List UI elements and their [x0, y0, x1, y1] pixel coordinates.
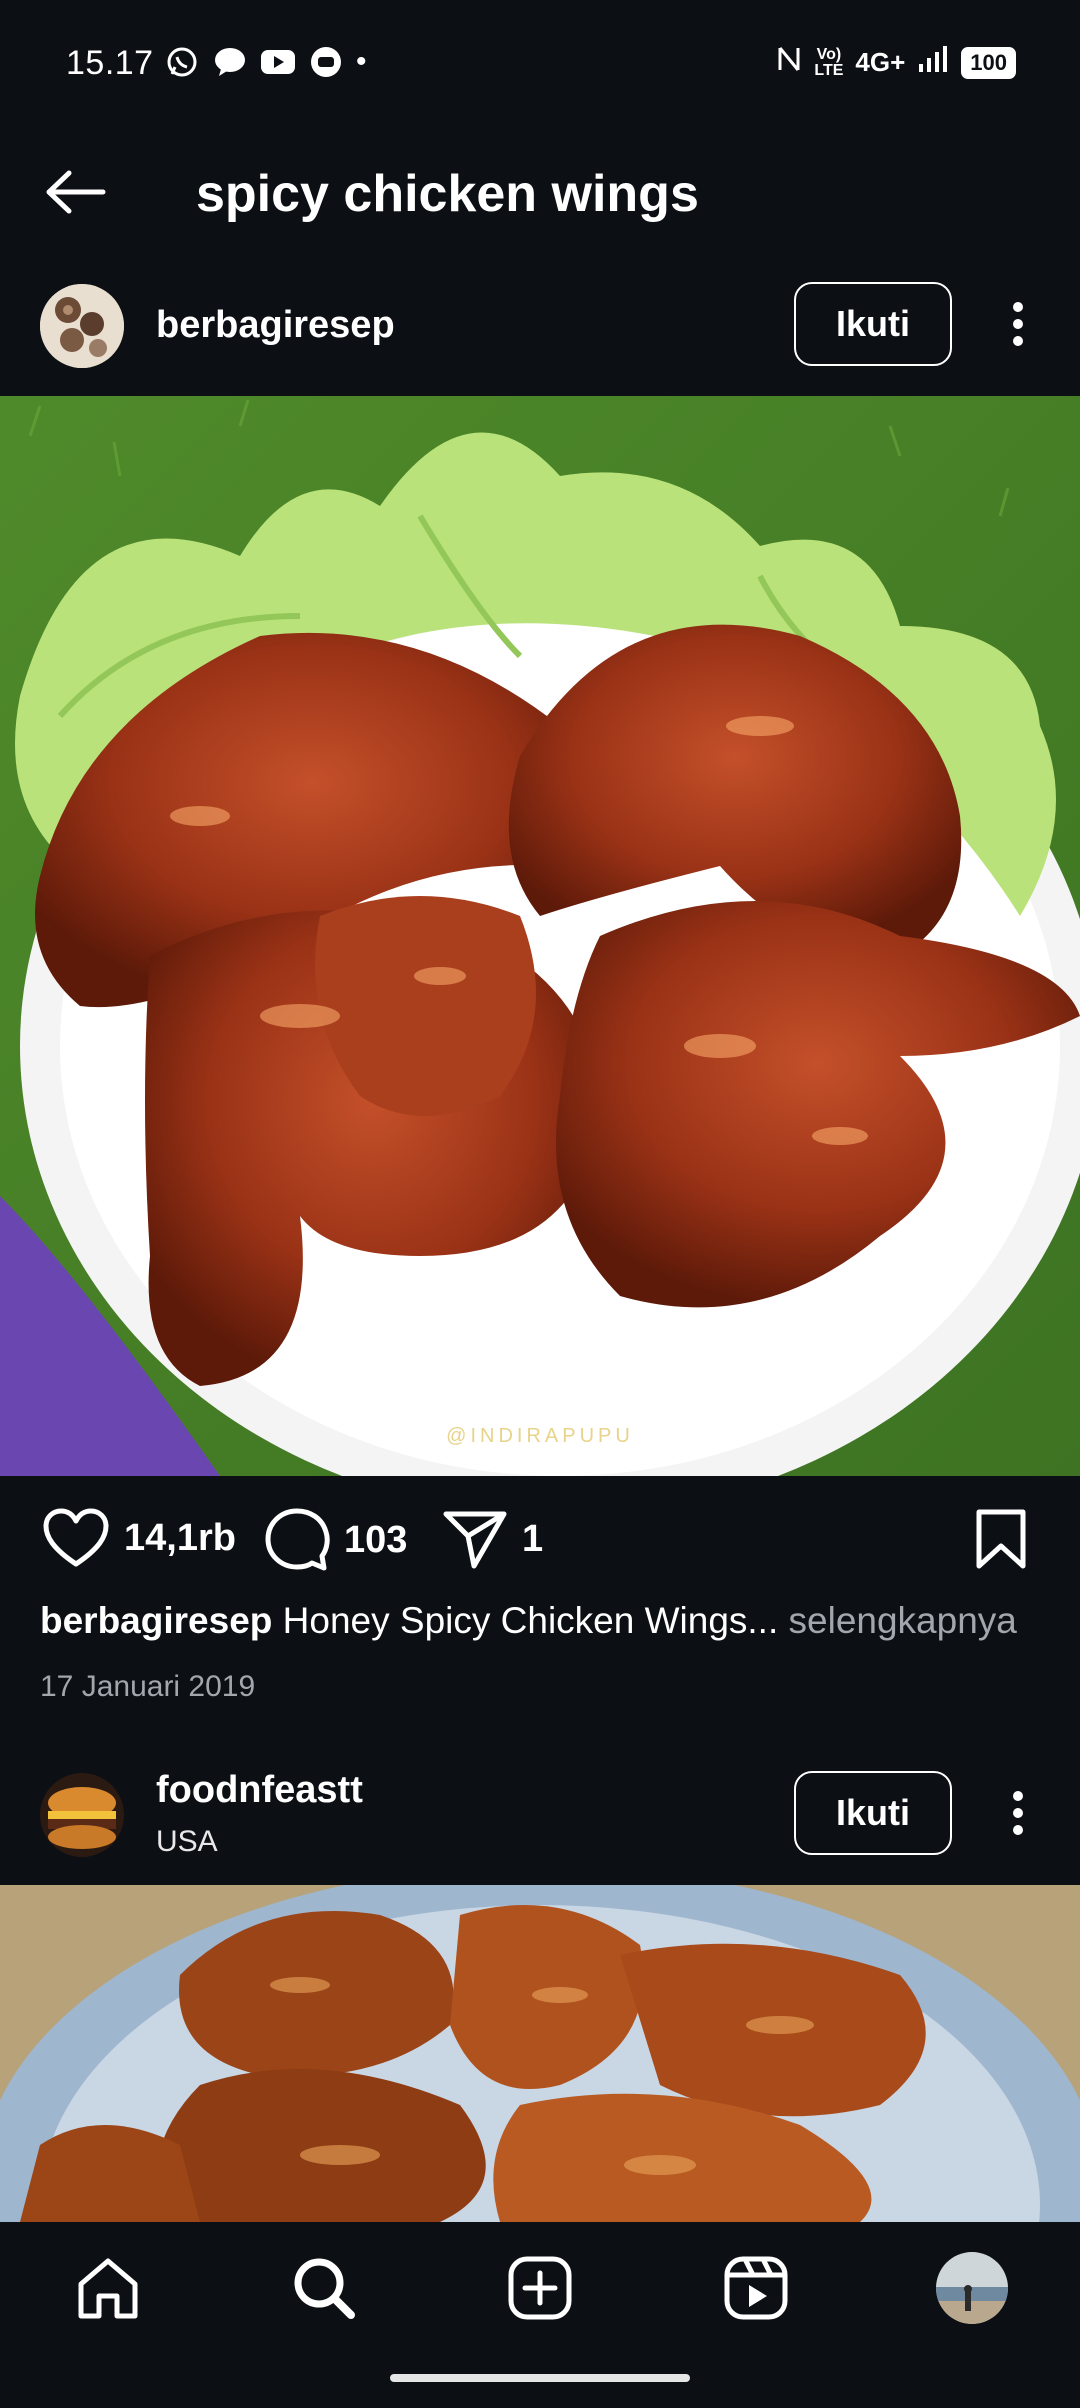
follow-button[interactable]: Ikuti — [794, 282, 952, 366]
post-header: foodnfeastt USA Ikuti — [0, 1745, 1080, 1885]
more-notifications-dot: • — [356, 45, 367, 78]
profile-avatar — [936, 2252, 1008, 2324]
avatar[interactable] — [40, 1773, 124, 1857]
reels-icon — [724, 2256, 788, 2320]
like-count: 14,1rb — [124, 1516, 236, 1559]
youtube-icon — [260, 44, 296, 80]
post-image[interactable] — [0, 1885, 1080, 2222]
notification-icons: • — [164, 44, 367, 80]
send-icon — [443, 1511, 507, 1569]
volte-icon: Vo) LTE — [814, 45, 844, 79]
post-date: 17 Januari 2019 — [40, 1670, 256, 1703]
status-time: 15.17 — [66, 44, 154, 82]
more-options-button[interactable] — [996, 282, 1040, 366]
share-button[interactable]: 1 — [442, 1508, 543, 1570]
follow-button[interactable]: Ikuti — [794, 1771, 952, 1855]
post-username[interactable]: foodnfeastt — [156, 1769, 363, 1812]
more-vertical-icon — [1013, 1791, 1023, 1835]
comment-count: 103 — [344, 1518, 408, 1561]
nfc-icon — [776, 44, 802, 81]
share-count: 1 — [522, 1517, 544, 1560]
heart-icon — [43, 1508, 109, 1567]
post-username[interactable]: berbagiresep — [156, 304, 395, 347]
caption-more-link[interactable]: selengkapnya — [789, 1600, 1017, 1641]
whatsapp-icon — [164, 44, 200, 80]
network-type: 4G+ — [855, 47, 906, 77]
more-options-button[interactable] — [996, 1771, 1040, 1855]
post-location[interactable]: USA — [156, 1825, 218, 1859]
nav-create[interactable] — [500, 2248, 580, 2328]
nav-reels[interactable] — [716, 2248, 796, 2328]
nav-search[interactable] — [284, 2248, 364, 2328]
caption-username[interactable]: berbagiresep — [40, 1600, 272, 1641]
home-indicator — [390, 2374, 690, 2382]
like-button[interactable]: 14,1rb — [42, 1508, 236, 1568]
chat-icon — [308, 44, 344, 80]
nav-home[interactable] — [68, 2248, 148, 2328]
battery-icon: 100 — [961, 46, 1016, 79]
post-header: berbagiresep Ikuti — [0, 256, 1080, 396]
status-bar: 15.17 • Vo) LTE 4G+ 100 — [0, 0, 1080, 128]
more-vertical-icon — [1013, 302, 1023, 346]
system-icons: Vo) LTE 4G+ 100 — [776, 44, 1016, 81]
signal-icon — [917, 44, 949, 81]
post-caption[interactable]: berbagiresep Honey Spicy Chicken Wings..… — [40, 1600, 1050, 1642]
comment-icon — [265, 1508, 330, 1571]
nav-profile[interactable] — [932, 2248, 1012, 2328]
post-actions: 14,1rb 103 1 — [0, 1482, 1080, 1602]
search-icon — [294, 2258, 355, 2319]
bookmark-icon — [976, 1509, 1026, 1569]
bottom-navigation — [0, 2222, 1080, 2408]
avatar[interactable] — [40, 284, 124, 368]
image-watermark: @INDIRAPUPU — [446, 1425, 634, 1447]
save-button[interactable] — [974, 1508, 1028, 1570]
comment-button[interactable]: 103 — [264, 1508, 407, 1572]
arrow-left-icon — [46, 170, 106, 214]
post-image[interactable]: @INDIRAPUPU — [0, 396, 1080, 1476]
back-button[interactable] — [40, 156, 112, 228]
create-icon — [508, 2256, 572, 2320]
caption-text: Honey Spicy Chicken Wings... — [282, 1600, 779, 1641]
home-icon — [78, 2258, 138, 2319]
page-title: spicy chicken wings — [196, 165, 699, 223]
search-header: spicy chicken wings — [0, 128, 1080, 248]
message-icon — [212, 44, 248, 80]
